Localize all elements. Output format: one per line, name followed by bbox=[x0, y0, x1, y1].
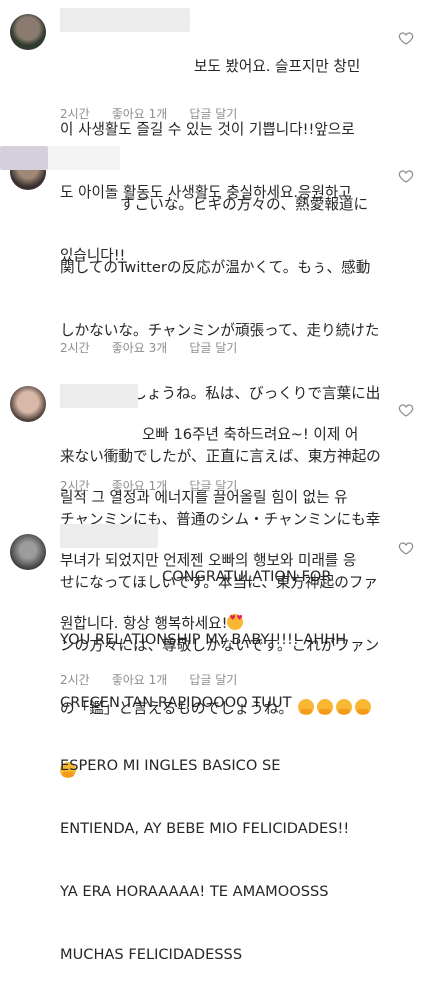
avatar[interactable] bbox=[10, 534, 46, 570]
comment-line: ENTIENDA, AY BEBE MIO FELICIDADES!! bbox=[60, 820, 350, 837]
heart-outline-icon[interactable] bbox=[398, 402, 414, 418]
reply-button[interactable]: 답글 달기 bbox=[189, 340, 237, 356]
comment-line: CRECEN TAN RAPIDOOOO TUUT bbox=[60, 694, 292, 711]
comment-line: しかないな。チャンミンが頑張って、走り続けた bbox=[60, 322, 380, 339]
likes-count[interactable]: 좋아요 3개 bbox=[112, 340, 168, 356]
comment-meta: 2시간 좋아요 1개 답글 달기 bbox=[60, 478, 237, 494]
avatar[interactable] bbox=[10, 386, 46, 422]
likes-count[interactable]: 좋아요 1개 bbox=[112, 672, 168, 688]
comment-meta: 2시간 좋아요 1개 답글 달기 bbox=[60, 672, 237, 688]
likes-count[interactable]: 좋아요 1개 bbox=[112, 478, 168, 494]
comment-line: すごいな。ビギの方々の、熱愛報道に bbox=[120, 196, 369, 213]
comment-meta: 2시간 좋아요 3개 답글 달기 bbox=[60, 340, 237, 356]
comment-line: YA ERA HORAAAAA! TE AMAMOOSSS bbox=[60, 883, 329, 900]
heart-outline-icon[interactable] bbox=[398, 540, 414, 556]
comment-text: CONGRATULATION FOR YOU RELATIONSHIP MY B… bbox=[60, 524, 390, 1007]
likes-count[interactable]: 좋아요 1개 bbox=[112, 106, 168, 122]
comment-time[interactable]: 2시간 bbox=[60, 478, 90, 494]
comment-line: ESPERO MI INGLES BASICO SE bbox=[60, 757, 281, 774]
comment-line: 関してのTwitterの反応が温かくて。もぅ、感動 bbox=[60, 259, 371, 276]
heart-outline-icon[interactable] bbox=[398, 30, 414, 46]
comment-line: 오빠 16주년 축하드려요~! 이제 어 bbox=[142, 426, 359, 443]
heart-outline-icon[interactable] bbox=[398, 168, 414, 184]
comment-line: 보도 봤어요. 슬프지만 창민 bbox=[194, 58, 361, 75]
comment-time[interactable]: 2시간 bbox=[60, 106, 90, 122]
comment-line: 이 사생활도 즐길 수 있는 것이 기쁩니다!!앞으로 bbox=[60, 121, 355, 138]
comment-time[interactable]: 2시간 bbox=[60, 672, 90, 688]
comment-line: CONGRATULATION FOR bbox=[162, 568, 332, 585]
reply-button[interactable]: 답글 달기 bbox=[189, 672, 237, 688]
reply-button[interactable]: 답글 달기 bbox=[189, 478, 237, 494]
comment-meta: 2시간 좋아요 1개 답글 달기 bbox=[60, 106, 237, 122]
reply-button[interactable]: 답글 달기 bbox=[189, 106, 237, 122]
avatar[interactable] bbox=[10, 14, 46, 50]
comment-line: MUCHAS FELICIDADESSS bbox=[60, 946, 243, 963]
username-redacted[interactable] bbox=[0, 146, 48, 170]
comment-line: YOU RELATIONSHIP MY BABY!!!!! AHHH bbox=[60, 631, 347, 648]
comment-time[interactable]: 2시간 bbox=[60, 340, 90, 356]
